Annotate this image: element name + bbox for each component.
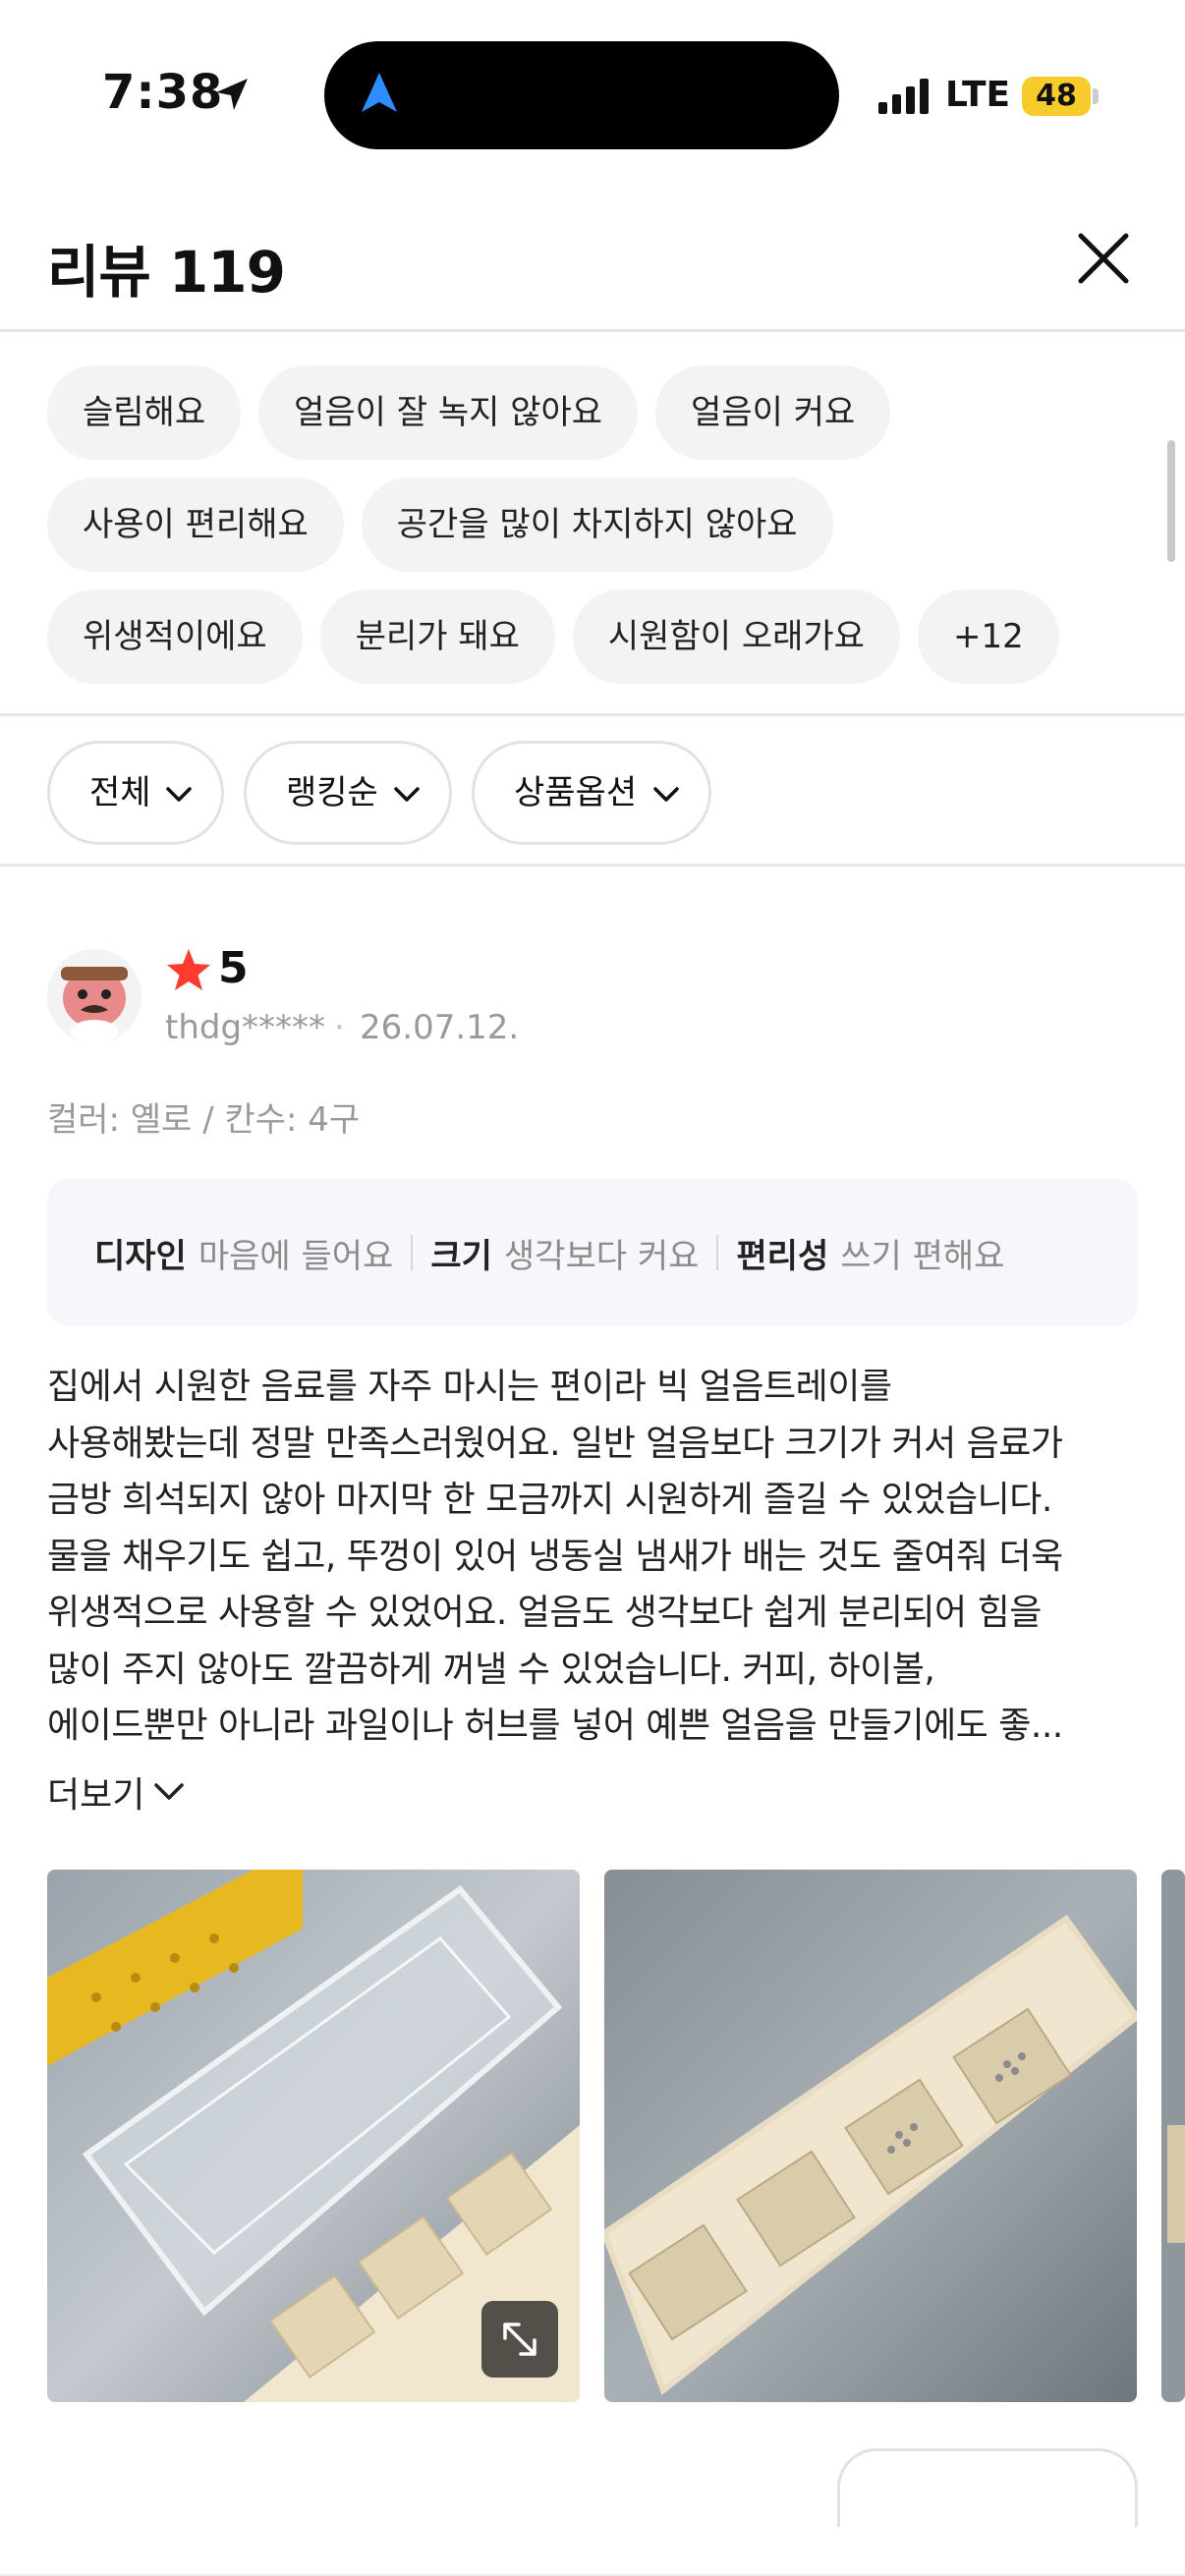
review-text-line: 위생적으로 사용할 수 있었어요. 얼음도 생각보다 쉽게 분리되어 힘을 [47,1593,1042,1633]
review-keyword-tags: 슬림해요 얼음이 잘 녹지 않아요 얼음이 커요 사용이 편리해요 공간을 많이… [0,335,1185,716]
chevron-down-icon [653,787,679,802]
purchased-option: 컬러: 옐로 / 칸수: 4구 [47,1100,361,1140]
review-text-line: 사용해봤는데 정말 만족스러웠어요. 일반 얼음보다 크기가 커서 음료가 [47,1423,1063,1464]
expand-photo-button[interactable] [481,2301,558,2378]
location-arrow-icon [212,75,252,118]
review-date: 26.07.12. [360,1008,520,1047]
avatar[interactable] [47,949,141,1043]
attribute-key: 크기 [430,1236,492,1276]
tag-chip[interactable]: 위생적이에요 [47,589,303,684]
attribute-value: 생각보다 커요 [503,1236,700,1276]
battery-cap [1093,88,1099,104]
scrollbar[interactable] [1167,440,1175,562]
attribute-key: 디자인 [94,1236,187,1276]
divider [411,1235,414,1270]
attribute-key: 편리성 [736,1236,829,1276]
network-label: LTE [945,75,1011,115]
signal-icon [878,79,933,118]
battery-icon: 48 [1022,77,1091,116]
divider [716,1235,719,1270]
rating-value: 5 [218,943,249,993]
review-text: 집에서 시원한 음료를 자주 마시는 편이라 빅 얼음트레이를 사용해봤는데 정… [47,1359,1148,1752]
meta-separator: · [334,1008,345,1047]
tag-chip[interactable]: 얼음이 잘 녹지 않아요 [258,365,639,460]
chevron-down-icon [154,1783,185,1800]
close-button[interactable] [1071,226,1136,291]
review-text-line: 집에서 시원한 음료를 자주 마시는 편이라 빅 얼음트레이를 [47,1367,892,1407]
filter-ranking-dropdown[interactable]: 랭킹순 [244,741,452,845]
more-tags-chip[interactable]: +12 [917,589,1059,684]
review-author: thdg***** [165,1008,326,1047]
tag-row: 위생적이에요 분리가 돼요 시원함이 오래가요 +12 [47,589,1059,684]
floating-button[interactable] [837,2448,1138,2527]
tag-chip[interactable]: 슬림해요 [47,365,242,460]
filter-label: 전체 [89,773,151,812]
review-photo[interactable] [1161,1870,1185,2402]
filter-all-dropdown[interactable]: 전체 [47,741,224,845]
expand-icon [503,2323,536,2356]
tag-row: 슬림해요 얼음이 잘 녹지 않아요 얼음이 커요 [47,365,891,460]
page-title: 리뷰 119 [47,239,286,306]
review-text-line: 에이드뿐만 아니라 과일이나 허브를 넣어 예쁜 얼음을 만들기에도 좋... [47,1706,1063,1746]
status-time: 7:38 [102,65,224,120]
chevron-down-icon [394,787,420,802]
navigation-icon [360,71,399,118]
tag-chip[interactable]: 분리가 돼요 [319,589,555,684]
review-text-line: 금방 희석되지 않아 마지막 한 모금까지 시원하게 즐길 수 있었습니다. [47,1480,1052,1520]
star-icon [165,947,212,996]
review-attributes: 디자인 마음에 들어요 크기 생각보다 커요 편리성 쓰기 편해요 [47,1179,1138,1326]
review-text-line: 물을 채우기도 쉽고, 뚜껑이 있어 냉동실 냄새가 배는 것도 줄여줘 더욱 [47,1536,1063,1577]
filter-bar: 전체 랭킹순 상품옵션 [0,719,1185,867]
chevron-down-icon [166,787,192,802]
filter-label: 상품옵션 [514,773,638,812]
filter-label: 랭킹순 [286,773,378,812]
show-more-button[interactable]: 더보기 [47,1766,185,1818]
reviews-header: 리뷰 119 [0,187,1185,332]
tag-chip[interactable]: 시원함이 오래가요 [572,589,900,684]
tag-chip[interactable]: 얼음이 커요 [655,365,891,460]
dynamic-island [324,41,839,149]
review-photo[interactable] [604,1870,1137,2402]
close-icon [1078,233,1129,284]
attribute-value: 쓰기 편해요 [840,1236,1005,1276]
tag-chip[interactable]: 공간을 많이 차지하지 않아요 [361,477,833,572]
filter-option-dropdown[interactable]: 상품옵션 [472,741,711,845]
review-text-line: 많이 주지 않아도 깔끔하게 꺼낼 수 있었습니다. 커피, 하이볼, [47,1649,935,1690]
status-bar: 7:38 LTE 48 [0,0,1185,187]
tag-chip[interactable]: 사용이 편리해요 [47,477,344,572]
tag-row: 사용이 편리해요 공간을 많이 차지하지 않아요 [47,477,833,572]
attribute-value: 마음에 들어요 [198,1236,394,1276]
show-more-label: 더보기 [47,1775,145,1816]
